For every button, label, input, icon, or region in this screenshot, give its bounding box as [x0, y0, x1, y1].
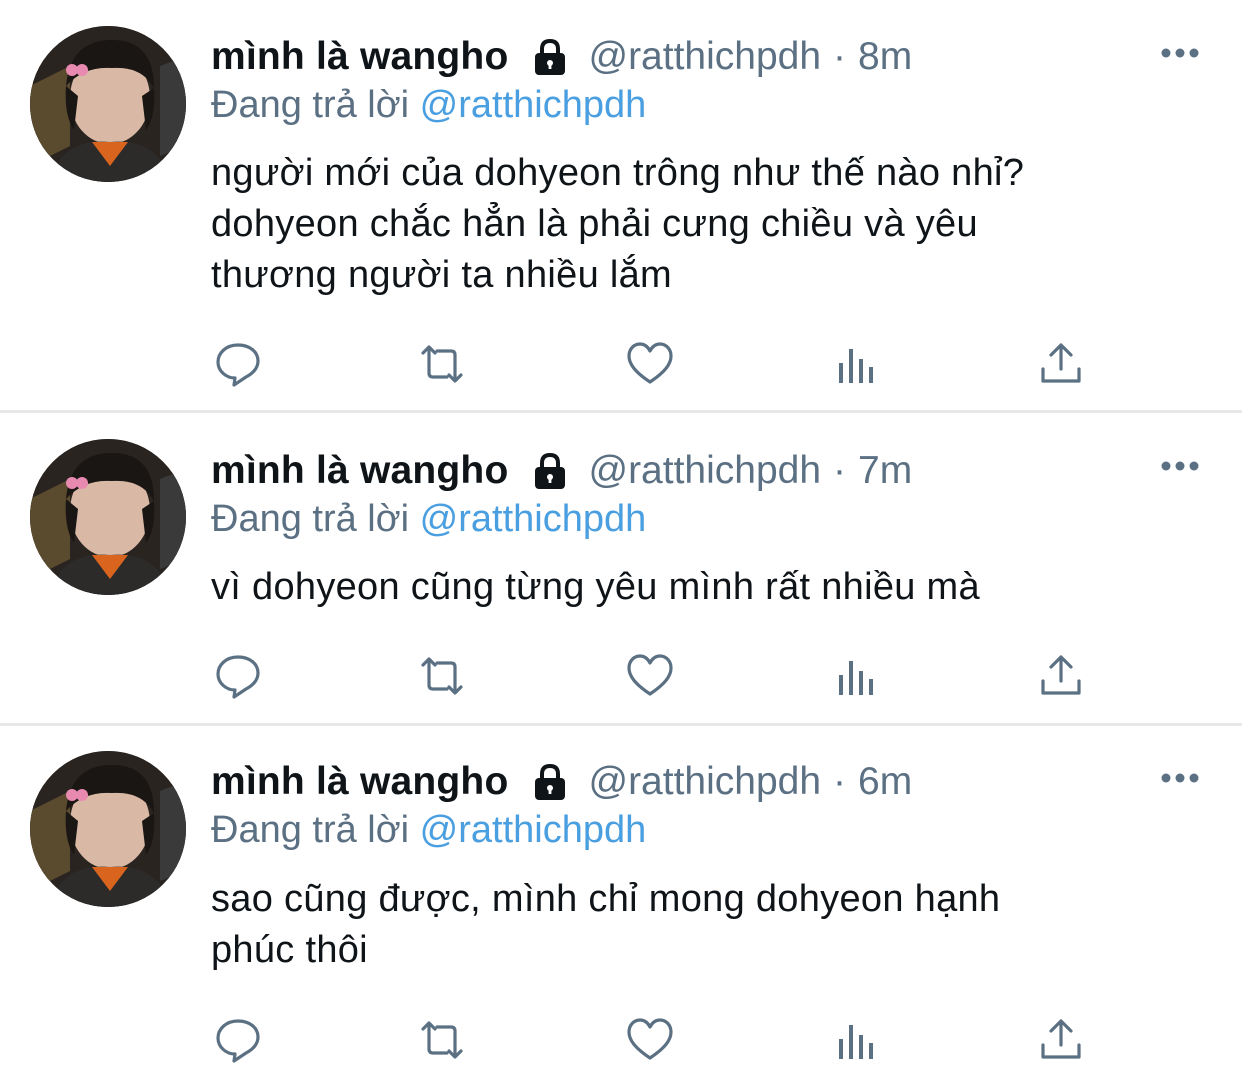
retweet-icon[interactable]: [412, 646, 472, 706]
tweet-3[interactable]: mình là wangho @ratthichpdh · 6m Đang tr…: [0, 726, 1242, 1080]
reply-icon[interactable]: [208, 646, 268, 706]
tweet-1[interactable]: mình là wangho @ratthichpdh · 8m Đang tr…: [0, 0, 1242, 410]
handle[interactable]: @ratthichpdh: [588, 32, 821, 82]
reply-icon[interactable]: [208, 334, 268, 394]
timestamp[interactable]: 7m: [858, 446, 912, 496]
lock-icon: [530, 451, 570, 491]
avatar[interactable]: [30, 439, 186, 595]
like-icon[interactable]: [620, 646, 680, 706]
like-icon[interactable]: [620, 334, 680, 394]
replying-to: Đang trả lời @ratthichpdh: [211, 805, 646, 855]
retweet-icon[interactable]: [412, 334, 472, 394]
timestamp[interactable]: 6m: [858, 757, 912, 807]
tweet-text-line: vì dohyeon cũng từng yêu mình rất nhiều …: [211, 566, 980, 608]
tweet-text-line: dohyeon chắc hẳn là phải cưng chiều và y…: [211, 203, 978, 245]
share-icon[interactable]: [1031, 334, 1091, 394]
analytics-icon[interactable]: [826, 1010, 886, 1070]
tweet-text: vì dohyeon cũng từng yêu mình rất nhiều …: [211, 562, 1191, 613]
lock-icon: [530, 37, 570, 77]
display-name[interactable]: mình là wangho: [211, 32, 508, 82]
separator-dot: ·: [833, 760, 847, 803]
tweet-text-line: phúc thôi: [211, 929, 368, 971]
retweet-icon[interactable]: [412, 1010, 472, 1070]
tweet-header: mình là wangho @ratthichpdh · 6m: [211, 757, 912, 807]
display-name[interactable]: mình là wangho: [211, 446, 508, 496]
reply-prefix: Đang trả lời: [211, 84, 410, 126]
reply-mention[interactable]: @ratthichpdh: [420, 498, 647, 540]
reply-prefix: Đang trả lời: [211, 809, 410, 851]
separator-dot: ·: [833, 35, 847, 78]
analytics-icon[interactable]: [826, 646, 886, 706]
share-icon[interactable]: [1031, 1010, 1091, 1070]
handle[interactable]: @ratthichpdh: [588, 757, 821, 807]
avatar[interactable]: [30, 751, 186, 907]
timestamp[interactable]: 8m: [858, 32, 912, 82]
more-options-icon[interactable]: [1160, 771, 1200, 785]
replying-to: Đang trả lời @ratthichpdh: [211, 80, 646, 130]
reply-mention[interactable]: @ratthichpdh: [420, 84, 647, 126]
action-bar: [0, 646, 1242, 706]
reply-mention[interactable]: @ratthichpdh: [420, 809, 647, 851]
replying-to: Đang trả lời @ratthichpdh: [211, 494, 646, 544]
handle[interactable]: @ratthichpdh: [588, 446, 821, 496]
like-icon[interactable]: [620, 1010, 680, 1070]
display-name[interactable]: mình là wangho: [211, 757, 508, 807]
tweet-text-line: sao cũng được, mình chỉ mong dohyeon hạn…: [211, 878, 1001, 920]
more-options-icon[interactable]: [1160, 459, 1200, 473]
analytics-icon[interactable]: [826, 334, 886, 394]
lock-icon: [530, 762, 570, 802]
tweet-text-line: người mới của dohyeon trông như thế nào …: [211, 152, 1025, 194]
tweet-text: sao cũng được, mình chỉ mong dohyeon hạn…: [211, 874, 1191, 976]
tweet-header: mình là wangho @ratthichpdh · 7m: [211, 446, 912, 496]
tweet-2[interactable]: mình là wangho @ratthichpdh · 7m Đang tr…: [0, 413, 1242, 723]
tweet-header: mình là wangho @ratthichpdh · 8m: [211, 32, 912, 82]
share-icon[interactable]: [1031, 646, 1091, 706]
action-bar: [0, 334, 1242, 394]
action-bar: [0, 1010, 1242, 1070]
avatar[interactable]: [30, 26, 186, 182]
more-options-icon[interactable]: [1160, 46, 1200, 60]
tweet-text: người mới của dohyeon trông như thế nào …: [211, 148, 1191, 301]
separator-dot: ·: [833, 449, 847, 492]
reply-icon[interactable]: [208, 1010, 268, 1070]
reply-prefix: Đang trả lời: [211, 498, 410, 540]
tweet-text-line: thương người ta nhiều lắm: [211, 254, 673, 296]
